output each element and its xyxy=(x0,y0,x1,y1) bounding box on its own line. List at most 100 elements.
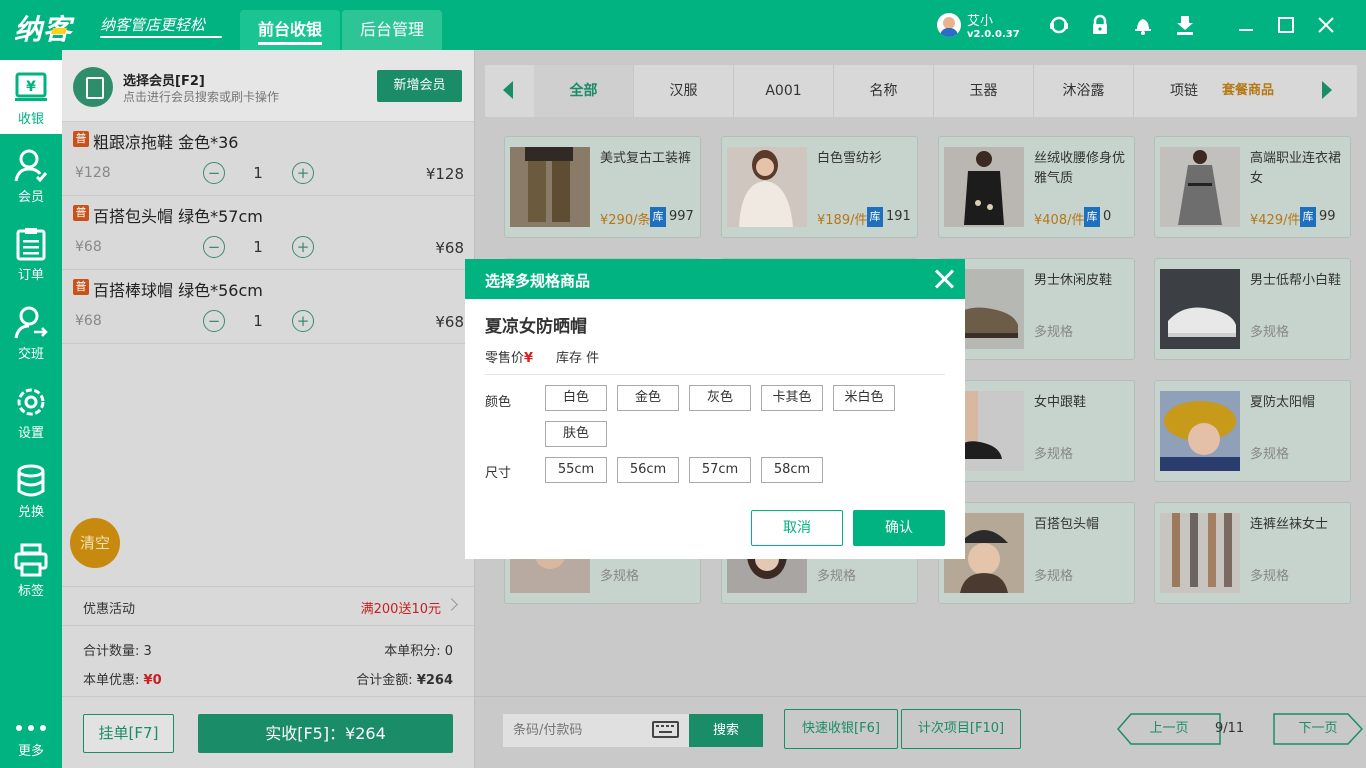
minimize-icon[interactable] xyxy=(1234,13,1258,37)
nav-item-exchange[interactable]: 兑换 xyxy=(0,453,62,527)
cart-item[interactable]: 普 百搭棒球帽 绿色*56cm ¥68 − 1 + ¥68 xyxy=(62,270,474,344)
top-bar: 纳客 纳客管店更轻松 前台收银 后台管理 艾小 v2.0.0.37 xyxy=(0,0,1366,50)
close-icon[interactable] xyxy=(933,267,957,291)
add-member-button[interactable]: 新增会员 xyxy=(377,70,462,102)
cancel-button[interactable]: 取消 xyxy=(751,510,843,546)
cart-item-qty: 1 xyxy=(253,164,263,182)
maximize-icon[interactable] xyxy=(1274,13,1298,37)
confirm-button[interactable]: 确认 xyxy=(853,510,945,546)
member-selector[interactable]: 选择会员[F2] 点击进行会员搜索或刷卡操作 新增会员 xyxy=(62,50,474,122)
quick-pay-button[interactable]: 快速收银[F6] xyxy=(784,709,898,749)
product-name: 百搭包头帽 xyxy=(1034,517,1100,532)
category-tab[interactable]: 名称 xyxy=(834,65,934,117)
spec-option-color[interactable]: 金色 xyxy=(617,385,679,411)
pay-button[interactable]: 实收[F5]：¥264 xyxy=(198,714,453,753)
tab-backend-management[interactable]: 后台管理 xyxy=(342,10,442,50)
product-image xyxy=(510,147,590,227)
hang-order-button[interactable]: 挂单[F7] xyxy=(83,714,174,753)
nav-item-shift[interactable]: 交班 xyxy=(0,295,62,369)
category-tab-package[interactable]: 套餐商品 xyxy=(1222,65,1274,117)
category-tab[interactable]: 项链 xyxy=(1134,65,1234,117)
product-card[interactable]: 男士休闲皮鞋 多规格 xyxy=(938,258,1135,360)
multi-spec-label: 多规格 xyxy=(1034,325,1074,340)
cart-item[interactable]: 普 粗跟凉拖鞋 金色*36 ¥128 − 1 + ¥128 xyxy=(62,122,474,196)
product-card[interactable]: 百搭包头帽 多规格 xyxy=(938,502,1135,604)
category-tab[interactable]: 汉服 xyxy=(634,65,734,117)
product-name: 美式复古工装裤 xyxy=(600,151,692,166)
product-name: 白色雪纺衫 xyxy=(817,151,883,166)
cart-item[interactable]: 普 百搭包头帽 绿色*57cm ¥68 − 1 + ¥68 xyxy=(62,196,474,270)
product-name: 连裤丝袜女士 xyxy=(1250,517,1329,532)
product-card[interactable]: 美式复古工装裤 ¥290/条 库 997 xyxy=(504,136,701,238)
spec-option-size[interactable]: 56cm xyxy=(617,457,679,483)
spec-option-color[interactable]: 卡其色 xyxy=(761,385,823,411)
stock-badge: 库 xyxy=(1084,207,1100,227)
multi-spec-label: 多规格 xyxy=(1034,569,1074,584)
product-card[interactable]: 连裤丝袜女士 多规格 xyxy=(1154,502,1351,604)
stock-badge: 库 xyxy=(867,207,883,227)
stock-label: 库存 件 xyxy=(556,351,600,366)
product-card[interactable]: 女中跟鞋 多规格 xyxy=(938,380,1135,482)
nav-label-more: 更多 xyxy=(17,744,44,759)
discount-label: 本单优惠: xyxy=(83,673,140,688)
qty-plus-button[interactable]: + xyxy=(292,310,314,332)
bell-icon[interactable] xyxy=(1132,14,1154,36)
qty-plus-button[interactable]: + xyxy=(292,162,314,184)
product-name: 女中跟鞋 xyxy=(1034,395,1087,410)
keyboard-icon[interactable] xyxy=(652,721,679,738)
spec-option-size[interactable]: 58cm xyxy=(761,457,823,483)
member-subtitle: 点击进行会员搜索或刷卡操作 xyxy=(123,90,280,104)
lock-icon[interactable] xyxy=(1089,14,1111,36)
download-icon[interactable] xyxy=(1174,14,1196,36)
promotion-value: 满200送10元 xyxy=(360,602,441,617)
nav-item-member[interactable]: 会员 xyxy=(0,138,62,212)
cart-item-price: ¥68 xyxy=(75,313,102,329)
category-prev-icon[interactable] xyxy=(503,81,513,99)
product-image xyxy=(1160,391,1240,471)
spec-option-size[interactable]: 55cm xyxy=(545,457,607,483)
next-page-button[interactable]: 下一页 xyxy=(1267,713,1366,745)
nav-item-cashier[interactable]: ¥ 收银 xyxy=(0,60,62,134)
prev-page-button[interactable]: 上一页 xyxy=(1118,713,1220,745)
search-button[interactable]: 搜索 xyxy=(689,714,763,747)
qty-minus-button[interactable]: − xyxy=(203,162,225,184)
nav-label-settings: 设置 xyxy=(17,426,44,441)
spec-option-size[interactable]: 57cm xyxy=(689,457,751,483)
stock-count: 191 xyxy=(886,209,911,224)
spec-option-color[interactable]: 肤色 xyxy=(545,421,607,447)
product-card[interactable]: 男士低帮小白鞋 多规格 xyxy=(1154,258,1351,360)
nav-item-label[interactable]: 标签 xyxy=(0,532,62,606)
nav-item-more[interactable]: 更多 xyxy=(0,714,62,768)
category-tab[interactable]: 全部 xyxy=(534,65,634,117)
product-card[interactable]: 夏防太阳帽 多规格 xyxy=(1154,380,1351,482)
points-label: 本单积分: xyxy=(384,644,441,659)
spec-option-color[interactable]: 白色 xyxy=(545,385,607,411)
multi-spec-label: 多规格 xyxy=(817,569,857,584)
product-card[interactable]: 丝绒收腰修身优雅气质 ¥408/件 库 0 xyxy=(938,136,1135,238)
category-next-icon[interactable] xyxy=(1322,81,1332,99)
close-icon[interactable] xyxy=(1314,13,1338,37)
multi-spec-label: 多规格 xyxy=(600,569,640,584)
qty-minus-button[interactable]: − xyxy=(203,310,225,332)
product-card[interactable]: 白色雪纺衫 ¥189/件 库 191 xyxy=(721,136,918,238)
clear-cart-button[interactable]: 清空 xyxy=(70,518,120,568)
stock-count: 0 xyxy=(1103,209,1112,224)
promotion-row[interactable]: 优惠活动 满200送10元 xyxy=(62,586,474,626)
spec-option-color[interactable]: 米白色 xyxy=(833,385,895,411)
count-items-button[interactable]: 计次项目[F10] xyxy=(901,709,1021,749)
product-card[interactable]: 高端职业连衣裙女 ¥429/件 库 99 xyxy=(1154,136,1351,238)
qty-plus-button[interactable]: + xyxy=(292,236,314,258)
qty-minus-button[interactable]: − xyxy=(203,236,225,258)
nav-item-order[interactable]: 订单 xyxy=(0,216,62,290)
nav-label-cashier: 收银 xyxy=(17,112,44,127)
spec-option-color[interactable]: 灰色 xyxy=(689,385,751,411)
multi-spec-label: 多规格 xyxy=(1250,447,1290,462)
user-avatar[interactable] xyxy=(937,13,961,37)
category-tab[interactable]: 沐浴露 xyxy=(1034,65,1134,117)
nav-item-settings[interactable]: 设置 xyxy=(0,374,62,448)
tab-front-cashier[interactable]: 前台收银 xyxy=(240,10,340,50)
support-icon[interactable] xyxy=(1048,14,1070,36)
category-tab[interactable]: 玉器 xyxy=(934,65,1034,117)
nav-label-member: 会员 xyxy=(17,190,44,205)
category-tab[interactable]: A001 xyxy=(734,65,834,117)
